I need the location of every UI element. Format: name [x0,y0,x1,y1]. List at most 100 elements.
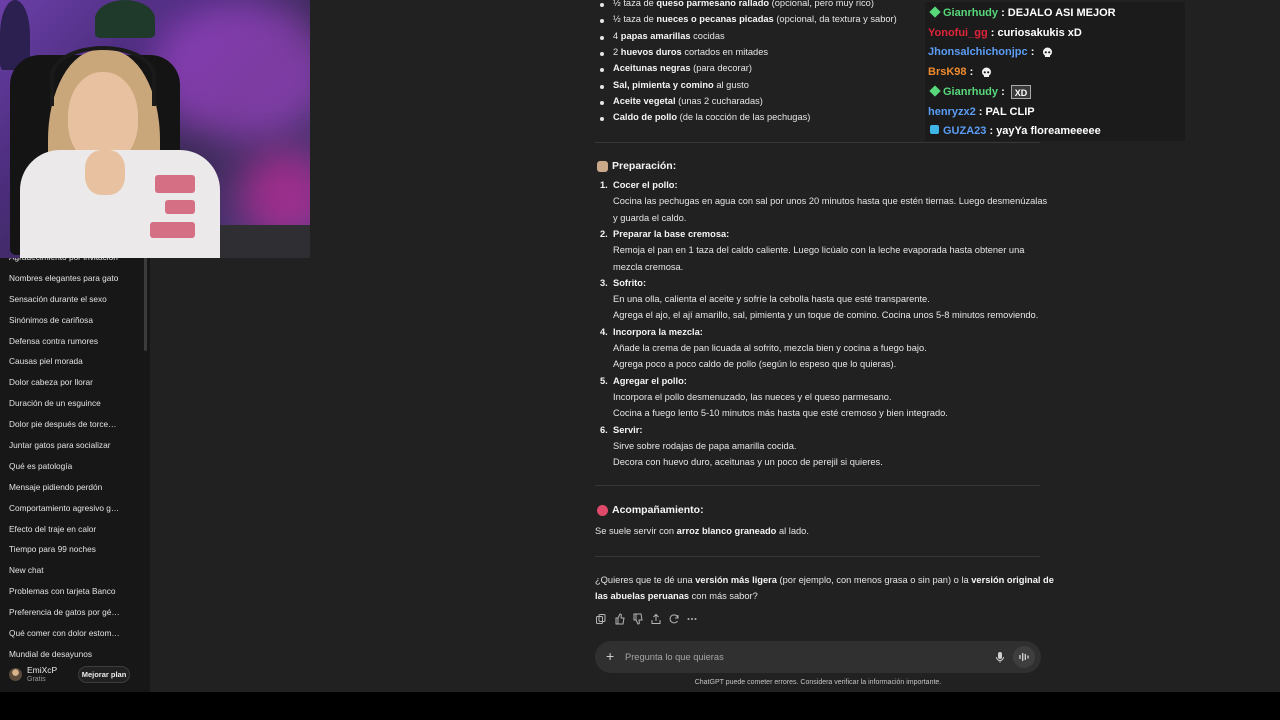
step-title: Incorpora la mezcla: [613,327,703,337]
ingredient-note: al gusto [713,79,749,90]
sidebar-chat-item[interactable]: Nombres elegantes para gato [0,268,120,289]
share-icon[interactable] [650,613,662,625]
step-number: 5. [600,375,608,386]
accompaniment-text: Se suele servir con arroz blanco granead… [595,526,809,536]
ingredient-item: 4 papas amarillas cocidas [613,31,725,41]
step-title-text: Cocer el pollo: [613,180,678,190]
ingredient-note: (opcional, pero muy rico) [769,0,874,8]
chat-history-list: Agradecimiento por invitaciónNombres ele… [0,247,144,665]
sidebar-chat-item[interactable]: New chat [0,560,120,581]
ingredient-name: Sal, pimienta y comino [613,79,714,90]
sidebar-chat-item[interactable]: Qué es patología [0,456,120,477]
bullet-icon [600,68,604,73]
step-title: Sofrito: [613,278,646,288]
copy-icon[interactable] [595,613,607,625]
chat-username: Gianrhudy [943,7,999,19]
step-line: Cocina las pechugas en agua con sal por … [613,196,1048,207]
diamond-badge-icon [929,6,941,18]
step-line: mezcla cremosa. [613,261,684,272]
microphone-icon[interactable] [993,650,1007,664]
step-line: Cocina a fuego lento 5-10 minutos más ha… [613,408,948,419]
divider [595,142,1040,143]
upgrade-plan-button[interactable]: Mejorar plan [78,666,130,683]
chat-message: henryzx2 : PAL CLIP [928,103,1035,122]
chat-separator: : [987,26,998,39]
diamond-badge-icon [929,85,941,97]
chat-text: PAL CLIP [985,105,1035,118]
sidebar-chat-item[interactable]: Tiempo para 99 noches [0,539,120,560]
followup-question-line-2: las abuelas peruanas con más sabor? [595,591,758,601]
divider [595,485,1040,486]
sidebar-chat-item[interactable]: Defensa contra rumores [0,331,120,352]
step-title: Preparar la base cremosa: [613,229,729,239]
ingredient-note: cortados en mitades [681,46,769,57]
sidebar-chat-item[interactable]: Causas piel morada [0,351,120,372]
step-title: Servir: [613,425,642,435]
step-line: Agrega poco a poco caldo de pollo (según… [613,359,897,370]
sidebar-chat-item[interactable]: Comportamiento agresivo gato [0,498,120,519]
thumbs-up-icon[interactable] [614,613,626,625]
sidebar-chat-item[interactable]: Problemas con tarjeta Banco [0,581,120,602]
chat-username: GUZA23 [943,125,987,138]
chat-separator: : [966,66,977,79]
ingredient-note: (opcional, da textura y sabor) [773,14,897,25]
ingredient-item: Aceite vegetal (unas 2 cucharadas) [613,96,763,106]
chat-username: henryzx2 [928,105,976,118]
step-number: 3. [600,277,608,288]
prompt-input[interactable] [625,647,985,667]
sidebar-chat-item[interactable]: Juntar gatos para socializar [0,435,120,456]
step-number: 2. [600,228,608,239]
chat-message: Jhonsalchichonjpc : [928,43,1054,62]
step-line: Remoja el pan en 1 taza del caldo calien… [613,245,1025,256]
bullet-icon [600,100,604,105]
ingredient-name: Caldo de pollo [613,112,678,123]
plus-icon[interactable]: + [606,649,614,663]
chat-message: GUZA23 : yayYa floreameeeee [928,122,1101,141]
voice-mode-button[interactable] [1013,646,1035,668]
user-plan: Gratis [27,676,46,683]
user-menu[interactable]: EmiXcP Gratis Mejorar plan [0,660,150,690]
regenerate-icon[interactable] [668,613,680,625]
letterbox-bar [0,692,1280,720]
step-title-text: Agregar el pollo: [613,375,687,386]
ingredient-item: Caldo de pollo (de la cocción de las pec… [613,112,810,122]
webcam-overlay [0,0,310,258]
step-line: Incorpora el pollo desmenuzado, las nuec… [613,391,892,402]
bullet-icon [600,84,604,89]
step-number: 6. [600,424,608,435]
chat-separator: : [1027,46,1038,59]
sidebar-chat-item[interactable]: Sensación durante el sexo [0,289,120,310]
ingredient-item: 2 huevos duros cortados en mitades [613,47,768,57]
sidebar-chat-item[interactable]: Sinónimos de cariñosa [0,310,120,331]
ingredient-text: ½ taza de [613,0,657,8]
ingredient-name: papas amarillas [620,30,691,41]
bullet-icon [600,51,604,56]
thumbs-down-icon[interactable] [632,613,644,625]
sidebar-chat-item[interactable]: Dolor pie después de torcedura [0,414,120,435]
sidebar-chat-item[interactable]: Qué comer con dolor estomacal [0,623,120,644]
step-title: Agregar el pollo: [613,376,687,386]
composer: + [595,641,1041,673]
ingredient-note: (unas 2 cucharadas) [675,95,763,106]
user-name: EmiXcP [27,665,58,675]
step-line: Decora con huevo duro, aceitunas y un po… [613,457,883,468]
more-icon[interactable] [686,613,698,625]
sidebar-chat-item[interactable]: Dolor cabeza por llorar [0,372,120,393]
sidebar-scrollbar[interactable] [144,255,147,351]
sidebar-chat-item[interactable]: Efecto del traje en calor [0,519,120,540]
sidebar-chat-item[interactable]: Duración de un esguince [0,393,120,414]
step-title-text: Sofrito: [613,277,647,288]
chat-separator: : [998,7,1008,19]
stream-chat-overlay: Gianrhudy : DEJALO ASI MEJOR Yonofui_gg :… [925,2,1185,141]
bullet-icon [600,19,604,24]
avatar[interactable] [9,668,22,681]
preparation-title: Preparación: [612,160,677,172]
step-line: Añade la crema de pan licuada al sofrito… [613,343,927,353]
ingredient-name: queso parmesano rallado [656,0,770,8]
chat-text: yayYa floreameeeee [996,125,1101,138]
sidebar-chat-item[interactable]: Preferencia de gatos por género [0,602,120,623]
bullet-icon [600,35,604,40]
sidebar-chat-item[interactable]: Mensaje pidiendo perdón [0,477,120,498]
step-title-text: Preparar la base cremosa: [613,228,730,239]
chat-text: DEJALO ASI MEJOR [1007,7,1116,19]
